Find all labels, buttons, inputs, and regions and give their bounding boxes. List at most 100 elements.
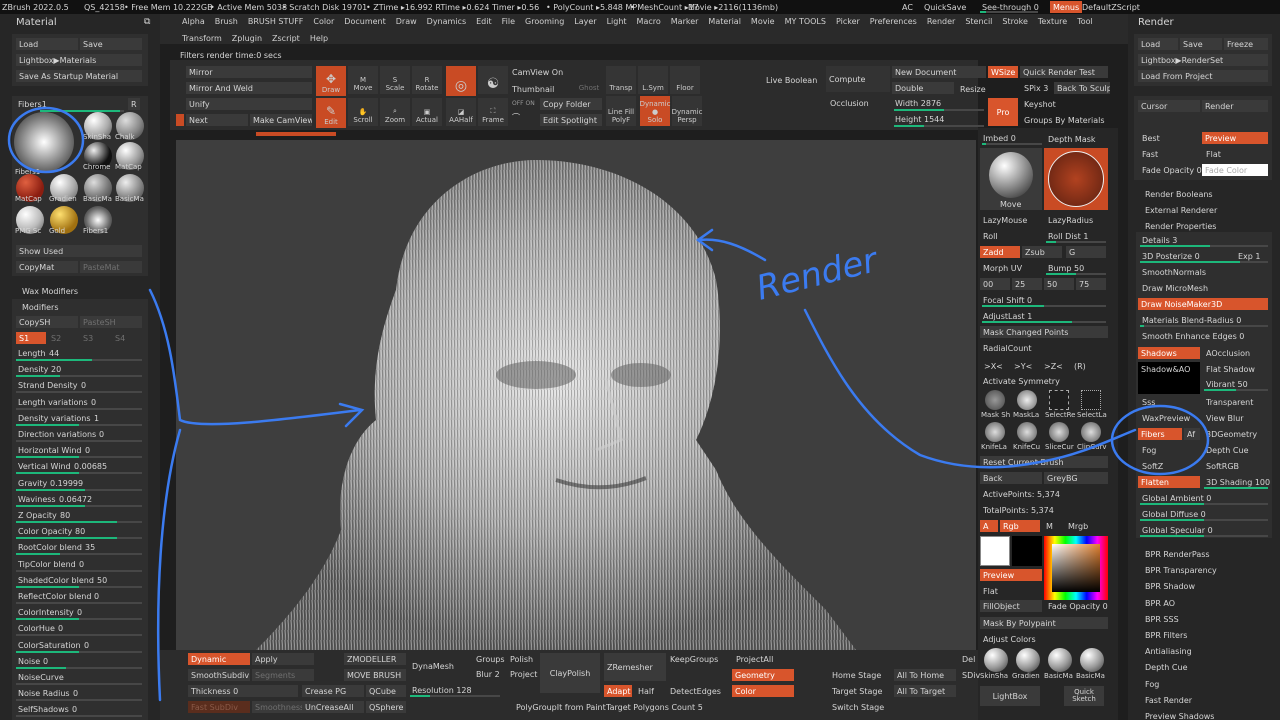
- menu-material[interactable]: Material: [703, 18, 746, 28]
- quick-material-basicma[interactable]: BasicMa: [1076, 646, 1108, 682]
- details-slider[interactable]: Details 3: [1142, 236, 1177, 245]
- material-slot-fibers1[interactable]: Fibers1: [82, 206, 114, 236]
- shadows-toggle[interactable]: Shadows: [1138, 347, 1200, 359]
- transparent-toggle[interactable]: Transparent: [1206, 398, 1253, 407]
- zsub-button[interactable]: Zsub: [1022, 246, 1062, 258]
- menu-picker[interactable]: Picker: [831, 18, 865, 28]
- param-tipcolor-blend[interactable]: TipColor blend 0: [16, 559, 142, 573]
- material-slot-pmg-sc[interactable]: PMG Sc: [14, 206, 46, 236]
- tab-s3[interactable]: S3: [80, 332, 110, 344]
- dynamic-subdiv-button[interactable]: Dynamic: [188, 653, 250, 665]
- edit-button[interactable]: ✎ Edit: [316, 98, 346, 128]
- morph-preset-25[interactable]: 25: [1012, 278, 1042, 290]
- main-color-swatch[interactable]: [980, 536, 1010, 566]
- quicksave-button[interactable]: QuickSave: [924, 3, 966, 12]
- flat-render-button[interactable]: Flat: [1206, 150, 1221, 159]
- param-length-variations[interactable]: Length variations 0: [16, 397, 142, 411]
- camview-on-toggle[interactable]: CamView On: [512, 68, 563, 77]
- geometry-toggle[interactable]: Geometry: [732, 669, 794, 681]
- param-slider[interactable]: [16, 521, 142, 523]
- render-booleans-header[interactable]: Render Booleans: [1145, 190, 1213, 199]
- home-stage-button[interactable]: Home Stage: [832, 671, 881, 680]
- menu-stencil[interactable]: Stencil: [960, 18, 997, 28]
- greybg-button[interactable]: GreyBG: [1044, 472, 1108, 484]
- tool-selectre[interactable]: SelectRe: [1044, 390, 1075, 420]
- sym-axis-3[interactable]: (R): [1074, 362, 1086, 371]
- param-slider[interactable]: [16, 440, 142, 442]
- dynamic-solo-button[interactable]: Dynamic ● Solo: [640, 96, 670, 126]
- menu-marker[interactable]: Marker: [666, 18, 704, 28]
- material-slot-basicma[interactable]: BasicMa: [114, 174, 146, 204]
- menu-movie[interactable]: Movie: [746, 18, 780, 28]
- lsym-button[interactable]: L.Sym: [638, 66, 668, 94]
- fade-color-swatch[interactable]: Fade Color: [1202, 164, 1268, 176]
- bpr-fog[interactable]: Fog: [1145, 680, 1159, 689]
- all-to-home-button[interactable]: All To Home: [894, 669, 956, 681]
- bpr-bpr-ao[interactable]: BPR AO: [1145, 599, 1175, 608]
- posterize-slider[interactable]: 3D Posterize 0: [1142, 252, 1200, 261]
- param-colorhue[interactable]: ColorHue 0: [16, 623, 142, 637]
- next-button[interactable]: Next: [186, 114, 248, 126]
- mask-changed-points-button[interactable]: Mask Changed Points: [980, 326, 1108, 338]
- param-slider[interactable]: [16, 585, 142, 588]
- sym-axis-2[interactable]: >Z<: [1044, 362, 1063, 371]
- secondary-color-swatch[interactable]: [1012, 536, 1042, 566]
- detectedges-toggle[interactable]: DetectEdges: [670, 687, 721, 696]
- pastesh-button[interactable]: PasteSH: [80, 316, 142, 328]
- popout-icon[interactable]: ⧉: [144, 17, 150, 27]
- lightbox-materials-button[interactable]: Lightbox▶Materials: [16, 54, 142, 66]
- softrgb-toggle[interactable]: SoftRGB: [1206, 462, 1239, 471]
- spotlight-icon[interactable]: ⌒: [512, 112, 520, 123]
- mirror-button[interactable]: Mirror: [186, 66, 312, 78]
- menu-zplugin[interactable]: Zplugin: [227, 35, 267, 45]
- groups-toggle[interactable]: Groups: [476, 655, 505, 664]
- param-noisecurve[interactable]: NoiseCurve: [16, 672, 142, 686]
- zmodeller-button[interactable]: ZMODELLER: [344, 653, 406, 665]
- menu-texture[interactable]: Texture: [1033, 18, 1072, 28]
- menu-edit[interactable]: Edit: [471, 18, 497, 28]
- bpr-bpr-shadow[interactable]: BPR Shadow: [1145, 582, 1195, 591]
- quick-render-test-button[interactable]: Quick Render Test: [1020, 66, 1108, 78]
- param-slider[interactable]: [16, 537, 142, 540]
- preview-render-button[interactable]: Preview: [1202, 132, 1268, 144]
- param-slider[interactable]: [16, 407, 142, 410]
- menus-button[interactable]: Menus: [1050, 1, 1083, 13]
- morph-preset-75[interactable]: 75: [1076, 278, 1106, 290]
- adjust-colors-button[interactable]: Adjust Colors: [983, 635, 1036, 644]
- move-brush-button[interactable]: MOVE BRUSH: [344, 669, 406, 681]
- double-button[interactable]: Double: [892, 82, 954, 94]
- height-slider[interactable]: Height 1544: [895, 115, 944, 124]
- smoothnormals-toggle[interactable]: SmoothNormals: [1142, 268, 1206, 277]
- adapt-toggle[interactable]: Adapt: [604, 685, 632, 697]
- live-boolean-toggle[interactable]: Live Boolean: [766, 76, 817, 85]
- groups-by-materials-button[interactable]: Groups By Materials: [1024, 116, 1105, 125]
- external-renderer-header[interactable]: External Renderer: [1145, 206, 1217, 215]
- all-to-target-button[interactable]: All To Target: [894, 685, 956, 697]
- a-toggle[interactable]: A: [980, 520, 998, 532]
- reset-brush-button[interactable]: Reset Current Brush: [980, 456, 1108, 468]
- material-slot-gold[interactable]: Gold: [48, 206, 80, 236]
- lightbox-button[interactable]: LightBox: [980, 686, 1040, 706]
- material-slot-matcap[interactable]: MatCap: [14, 174, 46, 204]
- param-slider[interactable]: [16, 391, 142, 394]
- param-slider[interactable]: [16, 618, 142, 621]
- modifiers-header[interactable]: Modifiers: [22, 303, 59, 312]
- color-picker-square[interactable]: [1052, 544, 1100, 592]
- blur-slider[interactable]: Blur 2: [476, 670, 500, 679]
- switch-stage-button[interactable]: Switch Stage: [832, 703, 884, 712]
- quick-material-gradien[interactable]: Gradien: [1012, 646, 1044, 682]
- resize-button[interactable]: Resize: [960, 85, 986, 94]
- exp-slider[interactable]: Exp 1: [1238, 252, 1261, 261]
- tool-mask-sh[interactable]: Mask Sh: [980, 390, 1011, 420]
- bpr-bpr-transparency[interactable]: BPR Transparency: [1145, 566, 1217, 575]
- edit-spotlight-button[interactable]: Edit Spotlight: [540, 114, 602, 126]
- global-ambient-slider[interactable]: Global Ambient 0: [1142, 494, 1211, 503]
- materials-blend-radius-slider[interactable]: Materials Blend-Radius 0: [1142, 316, 1241, 325]
- menu-file[interactable]: File: [497, 18, 520, 28]
- param-colorsaturation[interactable]: ColorSaturation 0: [16, 640, 142, 654]
- resolution-slider[interactable]: Resolution 128: [412, 686, 472, 695]
- view-blur-toggle[interactable]: View Blur: [1206, 414, 1244, 423]
- ghost-button[interactable]: Ghost: [574, 66, 604, 94]
- menu-light[interactable]: Light: [602, 18, 632, 28]
- material-slot-matcap[interactable]: MatCap: [114, 142, 146, 172]
